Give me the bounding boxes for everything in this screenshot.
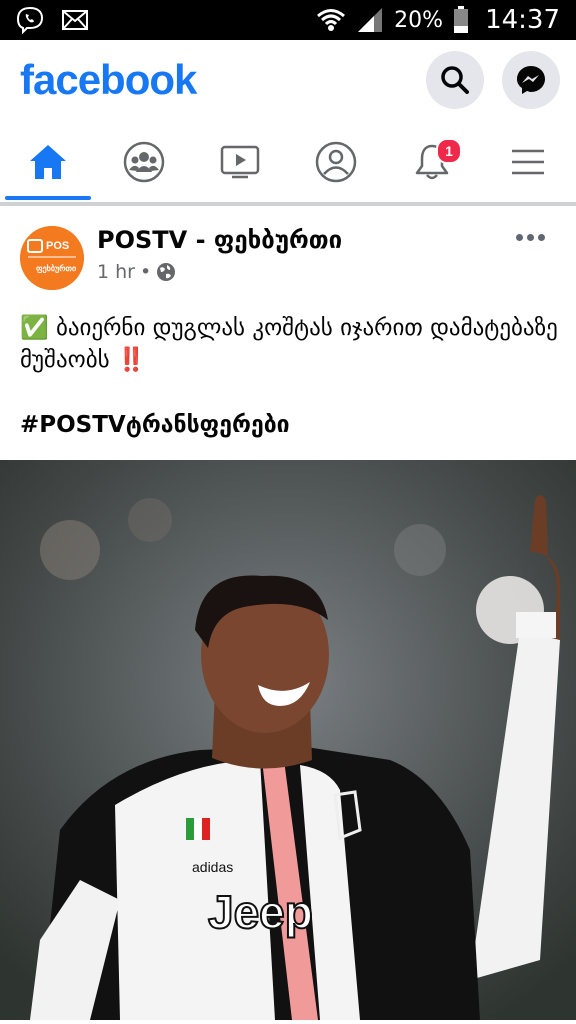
post-photo[interactable]: adidas Jeep xyxy=(0,460,576,1020)
post-hashtag[interactable]: #POSTVტრანსფერები xyxy=(20,412,290,438)
app-header: facebook xyxy=(0,40,576,126)
dot xyxy=(516,233,523,241)
globe-icon xyxy=(157,263,176,281)
mail-icon xyxy=(62,10,88,30)
viber-icon xyxy=(16,6,44,34)
watch-icon xyxy=(220,145,260,179)
post-options-button[interactable] xyxy=(516,228,550,246)
double-exclamation-emoji: ‼️ xyxy=(116,347,146,373)
dot xyxy=(527,233,534,241)
photo-graphic: adidas Jeep xyxy=(0,460,576,1020)
clock: 14:37 xyxy=(485,5,560,35)
post-time[interactable]: 1 hr xyxy=(97,261,135,283)
status-right-icons: 20% 14:37 xyxy=(316,0,560,40)
tab-notifications[interactable] xyxy=(384,126,480,198)
post-body: ბაიერნი დუგლას კოშტას იჯარით დამატებაზე … xyxy=(20,315,558,373)
tab-home[interactable] xyxy=(0,126,96,198)
avatar-graphic xyxy=(20,226,84,290)
tab-profile[interactable] xyxy=(288,126,384,198)
tab-watch[interactable] xyxy=(192,126,288,198)
search-button[interactable] xyxy=(426,51,484,109)
status-bar: 20% 14:37 xyxy=(0,0,576,40)
search-icon xyxy=(441,66,469,94)
profile-icon xyxy=(315,141,357,183)
groups-icon xyxy=(123,141,165,183)
dot xyxy=(538,233,545,241)
tab-menu[interactable] xyxy=(480,126,576,198)
avatar-label: POS xyxy=(46,240,70,252)
feed-post: POS ფეხბურთი POSTV - ფეხბურთი 1 hr • ✅ ბ… xyxy=(0,206,576,1024)
page-avatar[interactable]: POS ფეხბურთი xyxy=(20,226,84,290)
meta-separator: • xyxy=(139,261,152,283)
hamburger-menu-icon xyxy=(512,149,544,175)
home-icon xyxy=(30,145,66,179)
post-text: ✅ ბაიერნი დუგლას კოშტას იჯარით დამატებაზ… xyxy=(20,312,560,376)
active-tab-indicator xyxy=(5,196,91,200)
facebook-logo[interactable]: facebook xyxy=(20,56,197,104)
photo-kit-brand: adidas xyxy=(192,859,233,875)
avatar-sublabel: ფეხბურთი xyxy=(36,264,77,273)
messenger-icon xyxy=(517,66,545,94)
post-meta: 1 hr • xyxy=(97,261,176,283)
post-author[interactable]: POSTV - ფეხბურთი xyxy=(97,226,342,254)
wifi-icon xyxy=(317,9,346,31)
battery-icon xyxy=(454,6,469,33)
notification-badge: 1 xyxy=(436,138,462,164)
check-emoji: ✅ xyxy=(20,315,49,341)
battery-percent: 20% xyxy=(394,7,444,33)
status-left-icons xyxy=(16,6,88,34)
messenger-button[interactable] xyxy=(502,51,560,109)
signal-icon xyxy=(358,8,383,32)
tab-groups[interactable] xyxy=(96,126,192,198)
nav-tabs xyxy=(0,126,576,202)
photo-sponsor-text: Jeep xyxy=(208,886,313,938)
